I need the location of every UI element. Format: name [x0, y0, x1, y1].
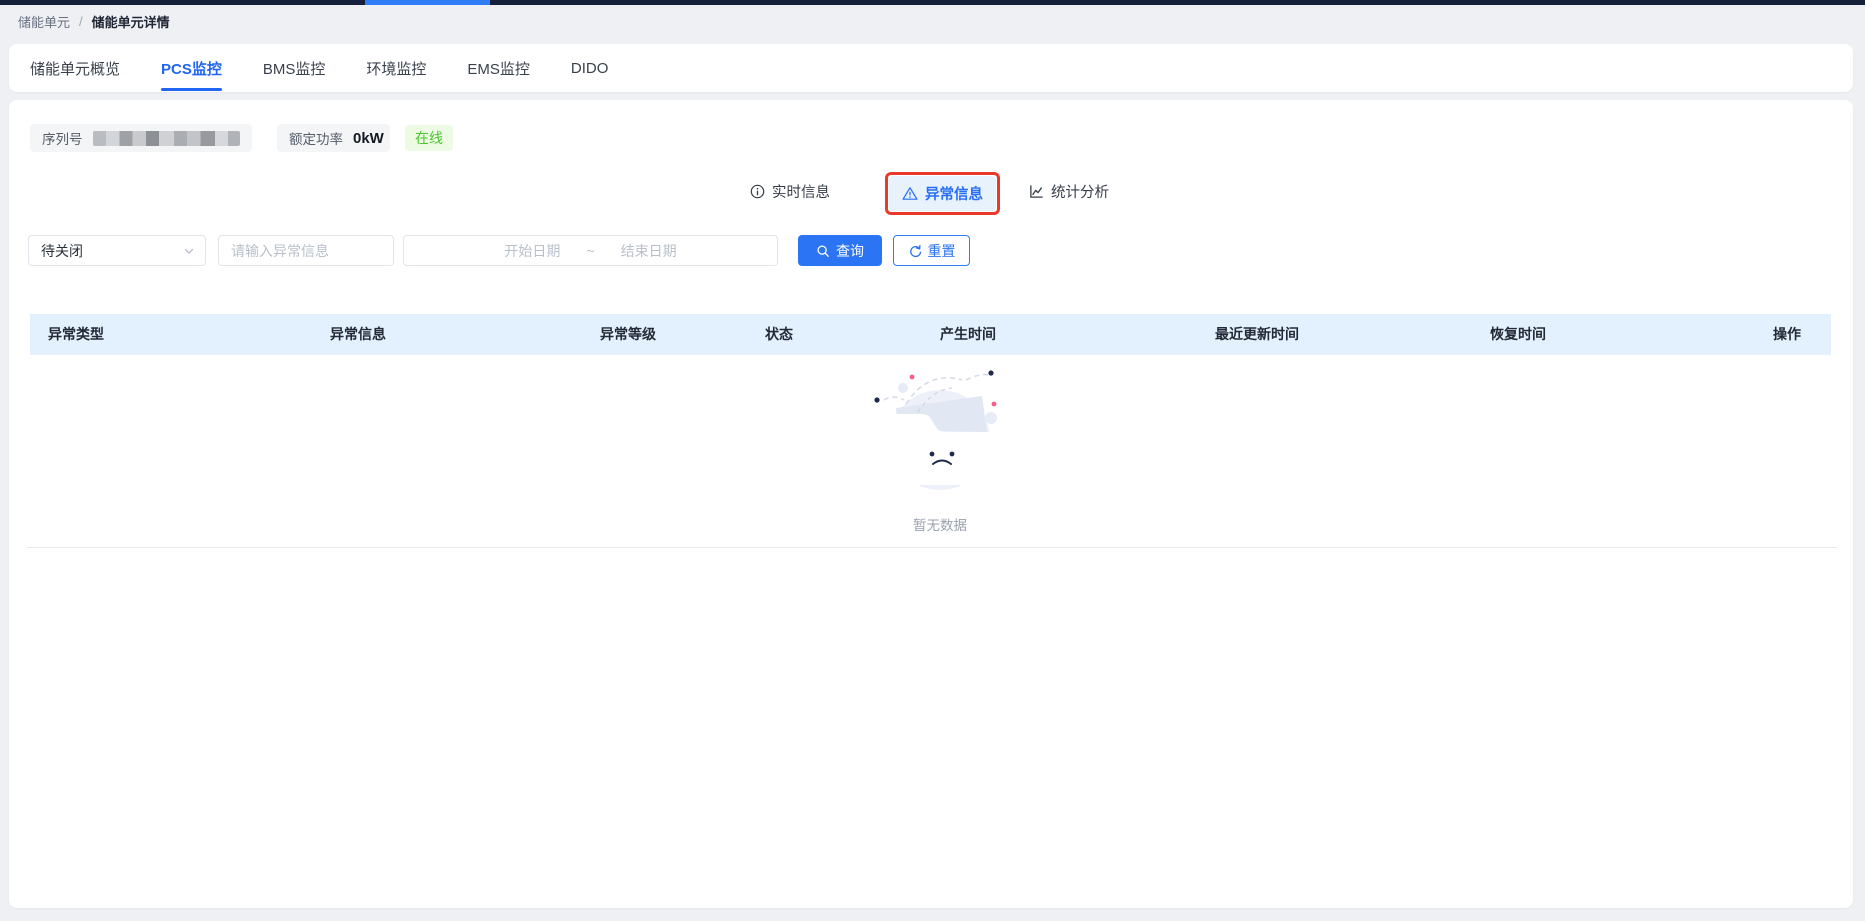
col-abnormal-type: 异常类型	[48, 314, 104, 355]
keyword-input[interactable]	[231, 243, 381, 259]
main-tabs: 储能单元概览 PCS监控 BMS监控 环境监控 EMS监控 DIDO	[30, 44, 608, 92]
rated-power-value: 0kW	[353, 130, 384, 147]
rated-power-label: 额定功率	[289, 128, 343, 148]
online-status-badge: 在线	[405, 125, 453, 151]
empty-folder-illustration	[860, 360, 1020, 505]
col-abnormal-level: 异常等级	[600, 314, 656, 355]
status-select-value: 待关闭	[41, 241, 83, 261]
serial-number-redacted-value	[93, 131, 241, 146]
top-scrollbar-thumb[interactable]	[365, 0, 490, 5]
subtab-realtime-info[interactable]: 实时信息	[750, 181, 830, 202]
empty-state: 暂无数据	[850, 360, 1030, 534]
col-created-time: 产生时间	[940, 314, 996, 355]
tab-env-monitor[interactable]: 环境监控	[366, 44, 426, 92]
col-abnormal-info: 异常信息	[330, 314, 386, 355]
table-bottom-divider	[27, 547, 1837, 548]
reset-button[interactable]: 重置	[893, 235, 970, 266]
red-highlight-box: 异常信息	[885, 172, 1000, 215]
date-start-field[interactable]: 开始日期	[504, 241, 560, 261]
chevron-down-icon	[183, 245, 195, 257]
rated-power-pill: 额定功率 0kW	[277, 124, 390, 152]
tab-dido[interactable]: DIDO	[571, 44, 609, 92]
subtab-stats-label: 统计分析	[1051, 181, 1109, 202]
breadcrumb-separator: /	[79, 14, 83, 29]
date-range-separator: ~	[586, 243, 594, 259]
date-end-field[interactable]: 结束日期	[621, 241, 677, 261]
breadcrumb-item-detail: 储能单元详情	[92, 12, 170, 31]
content-card: 序列号 额定功率 0kW 在线 实时信息 异常信息	[9, 100, 1853, 908]
breadcrumb: 储能单元 / 储能单元详情	[18, 11, 170, 31]
reset-button-label: 重置	[928, 241, 956, 261]
subtab-stats-analysis[interactable]: 统计分析	[1029, 181, 1109, 202]
serial-number-label: 序列号	[42, 128, 83, 148]
search-button[interactable]: 查询	[798, 235, 882, 266]
table-header: 异常类型 异常信息 异常等级 状态 产生时间 最近更新时间 恢复时间 操作	[30, 314, 1831, 355]
col-updated-time: 最近更新时间	[1215, 314, 1299, 355]
search-button-label: 查询	[836, 241, 864, 261]
tab-ems-monitor[interactable]: EMS监控	[467, 44, 530, 92]
search-icon	[816, 244, 830, 258]
tab-bar-card: 储能单元概览 PCS监控 BMS监控 环境监控 EMS监控 DIDO	[9, 44, 1853, 92]
serial-number-pill: 序列号	[30, 124, 252, 152]
top-scrollbar-track	[0, 0, 1865, 5]
col-status: 状态	[765, 314, 793, 355]
col-actions: 操作	[1773, 314, 1801, 355]
subtab-realtime-label: 实时信息	[772, 181, 830, 202]
subtab-abnormal-info[interactable]: 异常信息	[889, 176, 996, 211]
tab-storage-unit-overview[interactable]: 储能单元概览	[30, 44, 120, 92]
tab-pcs-monitor[interactable]: PCS监控	[161, 44, 222, 92]
col-recovered-time: 恢复时间	[1490, 314, 1546, 355]
page: 储能单元 / 储能单元详情 储能单元概览 PCS监控 BMS监控 环境监控 EM…	[0, 0, 1865, 921]
keyword-input-wrap	[218, 235, 394, 266]
subtab-abnormal-label: 异常信息	[925, 183, 983, 204]
empty-text: 暂无数据	[850, 514, 1030, 534]
status-select[interactable]: 待关闭	[28, 235, 206, 266]
warning-triangle-icon	[902, 186, 918, 201]
refresh-icon	[908, 244, 922, 258]
tab-bms-monitor[interactable]: BMS监控	[263, 44, 326, 92]
breadcrumb-item-storage-unit[interactable]: 储能单元	[18, 12, 70, 31]
date-range-picker[interactable]: 开始日期 ~ 结束日期	[403, 235, 778, 266]
info-circle-icon	[750, 184, 765, 199]
line-chart-icon	[1029, 184, 1044, 199]
